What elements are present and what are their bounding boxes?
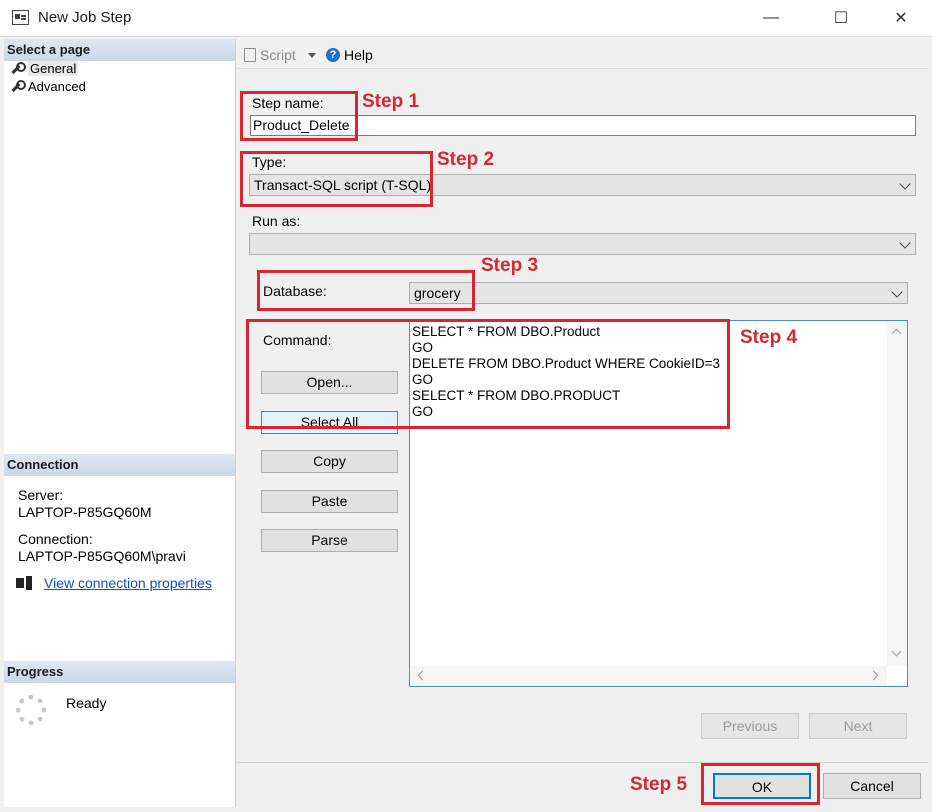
view-connection-link[interactable]: View connection properties: [44, 575, 212, 591]
sidebar-item-advanced[interactable]: Advanced: [10, 79, 86, 94]
connection-header: Connection: [4, 454, 235, 476]
step4-label: Step 4: [740, 327, 798, 348]
next-button[interactable]: Next: [809, 713, 907, 739]
cancel-button[interactable]: Cancel: [823, 773, 921, 799]
chevron-down-icon: [891, 286, 903, 298]
paste-button[interactable]: Paste: [261, 490, 398, 513]
script-label: Script: [260, 47, 296, 63]
parse-button[interactable]: Parse: [261, 529, 398, 552]
step4-highlight: [246, 319, 730, 429]
run-as-select[interactable]: [249, 233, 916, 255]
toolbar: Script ? Help: [236, 39, 928, 69]
view-connection-properties[interactable]: View connection properties: [16, 575, 212, 591]
maximize-button[interactable]: ☐: [818, 0, 864, 36]
server-value: LAPTOP-P85GQ60M: [18, 504, 152, 520]
step2-highlight: [240, 151, 433, 207]
step2-label: Step 2: [437, 149, 495, 170]
chevron-down-icon: [307, 52, 316, 58]
chevron-down-icon: [899, 178, 911, 190]
select-page-header: Select a page: [4, 39, 235, 61]
window-icon: [12, 10, 29, 25]
title-bar: New Job Step — ☐ ✕: [0, 0, 932, 37]
chevron-down-icon: [899, 237, 911, 249]
wrench-icon: [10, 80, 26, 93]
bottom-divider: [236, 762, 928, 763]
horizontal-scrollbar[interactable]: [410, 666, 887, 686]
help-label: Help: [344, 47, 373, 63]
progress-header: Progress: [4, 661, 235, 683]
step1-highlight: [240, 91, 358, 141]
vertical-scrollbar[interactable]: [887, 321, 907, 666]
database-select[interactable]: grocery: [409, 282, 908, 304]
minimize-button[interactable]: —: [748, 0, 794, 36]
run-as-label: Run as:: [252, 213, 301, 229]
help-button[interactable]: ? Help: [326, 47, 373, 63]
connection-label: Connection:: [18, 531, 93, 547]
chevron-right-icon: [868, 670, 879, 681]
sidebar-item-label: General: [28, 61, 79, 76]
close-button[interactable]: ✕: [878, 0, 924, 36]
chevron-up-icon: [891, 328, 902, 339]
server-label: Server:: [18, 487, 64, 503]
sidebar-item-general[interactable]: General: [10, 61, 79, 76]
help-icon: ?: [326, 48, 340, 62]
connection-properties-icon: [16, 576, 34, 590]
connection-value: LAPTOP-P85GQ60M\pravi: [18, 548, 186, 564]
previous-button[interactable]: Previous: [701, 713, 799, 739]
sidebar-item-label: Advanced: [28, 79, 86, 94]
copy-button[interactable]: Copy: [261, 450, 398, 473]
progress-spinner-icon: [16, 695, 46, 725]
step3-label: Step 3: [481, 255, 539, 276]
progress-status: Ready: [66, 695, 107, 711]
wrench-icon: [10, 62, 26, 75]
step5-label: Step 5: [630, 774, 688, 795]
window-title: New Job Step: [38, 9, 132, 26]
step5-highlight: [701, 763, 820, 805]
step3-highlight: [257, 270, 475, 311]
chevron-down-icon: [891, 646, 902, 657]
script-button[interactable]: Script: [244, 47, 316, 63]
script-icon: [244, 48, 256, 62]
chevron-left-icon: [417, 670, 428, 681]
step1-label: Step 1: [362, 91, 420, 112]
sidebar: Select a page General Advanced Connectio…: [4, 39, 236, 807]
